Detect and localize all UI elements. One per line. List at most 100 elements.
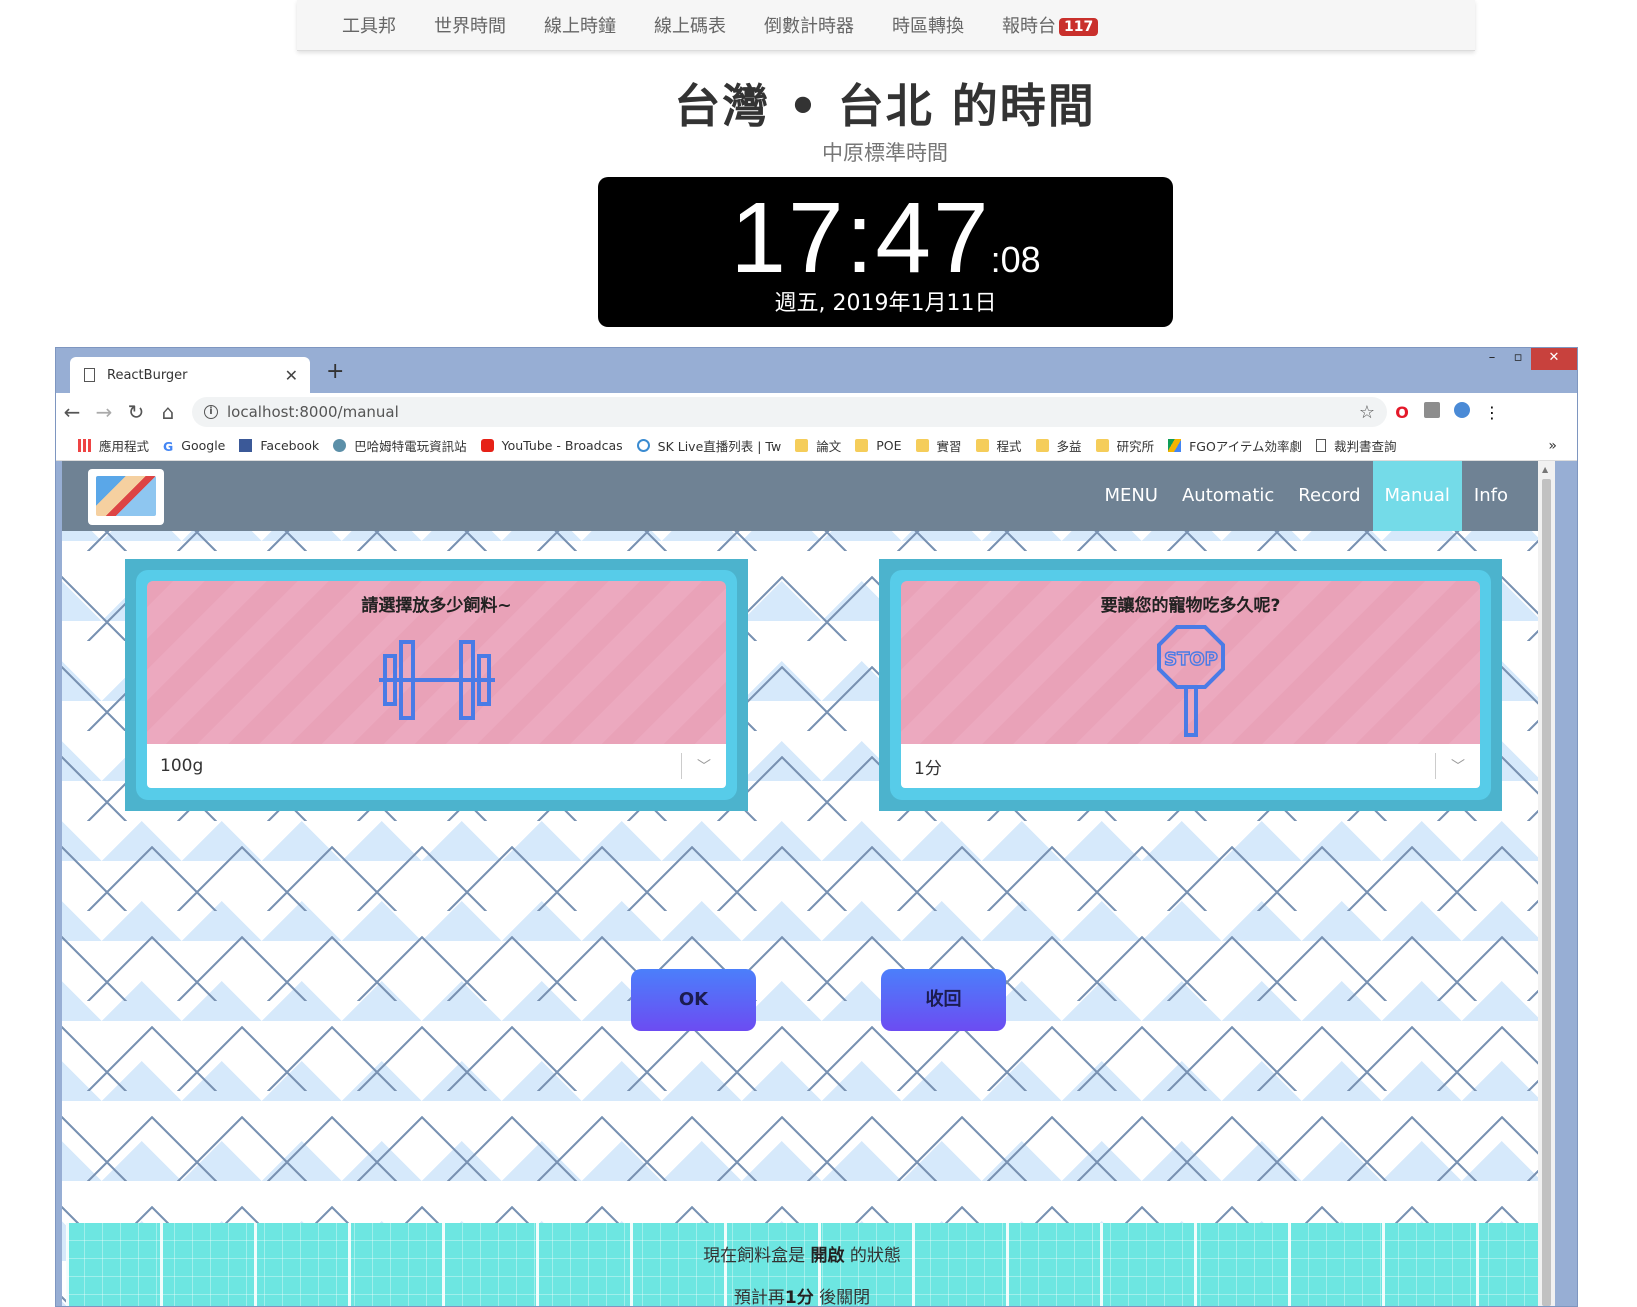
logo[interactable] [88,469,164,525]
folder-icon [795,439,809,452]
bookmark-facebook[interactable]: Facebook [239,438,319,453]
bookmark-judgments[interactable]: 裁判書查詢 [1316,436,1397,455]
nav-link-countdown[interactable]: 倒數計時器 [764,12,854,38]
bookmark-apps[interactable]: 應用程式 [78,436,149,455]
card-panel: 請選擇放多少飼料~ [147,581,726,744]
feeder-state-value: 開啟 [810,1246,845,1266]
clock-date: 週五, 2019年1月11日 [774,291,997,316]
bookmark-label: 巴哈姆特電玩資訊站 [354,439,467,454]
bookmark-fgo[interactable]: FGOアイテム効率劇 [1168,436,1302,455]
reload-icon[interactable]: ↻ [120,400,152,424]
countdown-value: 1分 [784,1288,814,1306]
duration-select[interactable]: 1分 ﹀ [901,744,1480,788]
ok-button[interactable]: OK [631,969,756,1031]
nav-link-announcer-label: 報時台 [1002,16,1056,37]
bookmark-google[interactable]: G Google [163,438,226,454]
card-inner: 請選擇放多少飼料~ 100g ﹀ [136,570,737,800]
folder-icon [915,439,929,452]
bookmark-label: YouTube - Broadcas [501,438,623,453]
bookmark-folder-poe[interactable]: POE [855,438,902,453]
bookmarks-bar: 應用程式 G Google Facebook 巴哈姆特電玩資訊站 YouTube … [56,431,1577,461]
menu-item-manual[interactable]: Manual [1372,461,1462,531]
nav-link-stopwatch[interactable]: 線上碼表 [654,12,726,38]
maximize-icon[interactable]: ▫ [1505,348,1531,370]
scrollbar-thumb[interactable] [1542,479,1551,1306]
bookmark-youtube[interactable]: YouTube - Broadcas [480,438,623,453]
nav-link-announcer[interactable]: 報時台 117 [1002,12,1099,38]
clock-seconds: :08 [990,239,1041,280]
bookmark-sk-live[interactable]: SK Live直播列表 | Tw [636,436,782,455]
scroll-up-icon[interactable]: ▲ [1542,465,1548,474]
chevron-down-icon[interactable]: ﹀ [682,756,726,776]
bookmark-label: SK Live直播列表 | Tw [657,439,782,454]
scrollbar[interactable]: ▲ [1538,461,1555,1306]
bookmark-label: Google [181,438,226,453]
folder-icon [1035,439,1049,452]
address-bar[interactable]: i localhost:8000/manual ☆ [192,397,1387,427]
menu-item-menu[interactable]: MENU [1092,461,1170,531]
new-tab-button[interactable]: + [326,359,344,384]
page-title: 台灣 • 台北 的時間 [674,79,1096,133]
logo-image [96,476,156,516]
bookmark-label: 多益 [1056,439,1082,454]
menu-item-info[interactable]: Info [1462,461,1520,531]
page-viewport: MENU Automatic Record Manual Info 請選擇放多少… [62,461,1555,1306]
minimize-icon[interactable]: – [1479,348,1505,370]
food-amount-select[interactable]: 100g ﹀ [147,744,726,788]
duration-value: 1分 [914,758,942,779]
apps-grid-icon [78,439,91,452]
bookmark-label: 實習 [936,439,962,454]
opera-extension-icon[interactable]: O [1387,403,1417,422]
url-text: localhost:8000/manual [227,403,399,421]
bookmark-label: FGOアイテム効率劇 [1189,439,1303,454]
clock-hours-minutes: 17:47 [730,182,991,294]
bookmark-folder-intern[interactable]: 實習 [915,436,962,455]
chevron-down-icon[interactable]: ﹀ [1436,756,1480,776]
page-icon [84,368,95,382]
back-icon[interactable]: ← [56,400,88,424]
browser-tab[interactable]: ReactBurger ✕ [70,357,310,393]
stop-sign-icon: STOP [1156,625,1225,737]
bookmark-folder-papers[interactable]: 論文 [795,436,841,455]
google-drive-icon [1168,439,1182,452]
browser-menu-icon[interactable]: ⋮ [1477,403,1507,422]
bookmark-label: 研究所 [1116,439,1155,454]
extension-icon[interactable] [1417,402,1447,422]
bookmark-label: 程式 [996,439,1022,454]
nav-link-world-time[interactable]: 世界時間 [434,12,506,38]
nav-link-online-clock[interactable]: 線上時鐘 [544,12,616,38]
digital-clock: 17:47:08 週五, 2019年1月11日 [598,177,1173,327]
home-icon[interactable]: ⌂ [152,400,184,424]
bookmark-folder-grad[interactable]: 研究所 [1095,436,1155,455]
google-icon: G [163,439,174,454]
folder-icon [855,439,869,452]
main-menu: MENU Automatic Record Manual Info [1092,461,1520,531]
nav-link-timezone-convert[interactable]: 時區轉換 [892,12,964,38]
info-icon[interactable]: i [204,405,218,419]
count-badge: 117 [1059,18,1099,36]
close-tab-icon[interactable]: ✕ [285,366,298,385]
app-header: MENU Automatic Record Manual Info [62,461,1538,531]
card-inner: 要讓您的寵物吃多久呢? STOP 1分 ﹀ [890,570,1491,800]
bookmark-star-icon[interactable]: ☆ [1359,402,1375,423]
menu-item-automatic[interactable]: Automatic [1170,461,1286,531]
forward-icon[interactable]: → [88,400,120,424]
duration-title: 要讓您的寵物吃多久呢? [1100,596,1281,616]
more-bookmarks-icon[interactable]: » [1548,438,1557,454]
dumbbell-icon [378,640,495,720]
stop-sign-text: STOP [1164,649,1218,670]
bookmark-folder-code[interactable]: 程式 [975,436,1022,455]
page-icon [1316,439,1327,452]
bookmark-folder-toeic[interactable]: 多益 [1035,436,1082,455]
nav-link-toolbang[interactable]: 工具邦 [342,12,396,38]
retract-button[interactable]: 收回 [881,969,1006,1031]
folder-icon [975,439,989,452]
bookmark-bahamut[interactable]: 巴哈姆特電玩資訊站 [333,436,467,455]
facebook-icon [239,439,253,452]
profile-avatar[interactable] [1447,402,1477,422]
close-window-icon[interactable]: ✕ [1531,348,1577,370]
menu-item-record[interactable]: Record [1286,461,1372,531]
bookmark-label: POE [876,438,902,453]
browser-window: ReactBurger ✕ + – ▫ ✕ ← → ↻ ⌂ i localhos… [55,347,1578,1307]
top-navigation: 工具邦 世界時間 線上時鐘 線上碼表 倒數計時器 時區轉換 報時台 117 [297,0,1475,51]
